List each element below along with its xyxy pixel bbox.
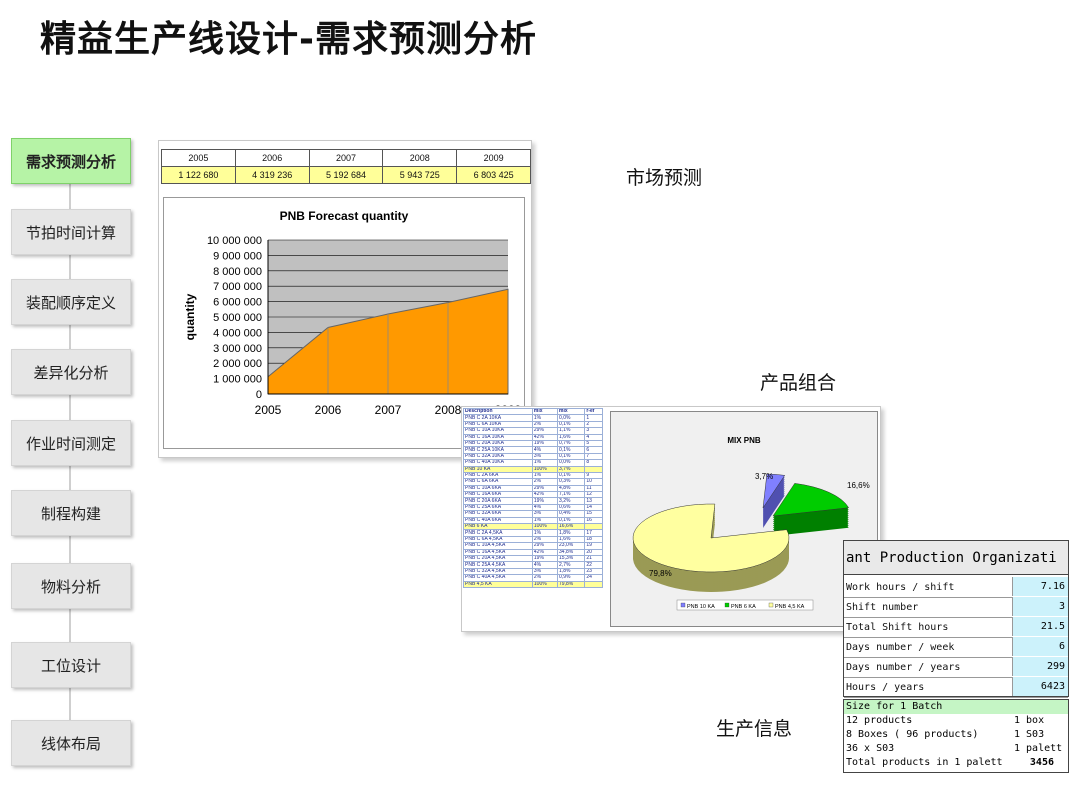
production-key: Total Shift hours xyxy=(846,622,949,633)
pie-data-label: 16,6% xyxy=(847,481,870,490)
production-value: 7.16 xyxy=(1012,577,1068,596)
batch-panel: Size for 1 Batch 12 products 1 box 8 Boxes … xyxy=(843,699,1069,773)
forecast-value: 5 192 684 xyxy=(308,166,384,184)
forecast-year: 2008 xyxy=(382,149,458,167)
production-value: 6423 xyxy=(1012,677,1068,696)
mix-panel: Description mix mix r-ef PNB C 2A 10KA 1% 0,0%… xyxy=(461,406,881,632)
forecast-value: 5 943 725 xyxy=(382,166,458,184)
batch-cell: 1 palett xyxy=(1014,743,1063,754)
forecast-value: 4 319 236 xyxy=(234,166,310,184)
y-tick-label: 7 000 000 xyxy=(213,281,262,293)
production-key: Days number / week xyxy=(846,642,955,653)
production-panel: ant Production Organizati Work hours / s… xyxy=(843,540,1069,698)
mix-table-cell: PNB 4,5 KA xyxy=(463,580,533,588)
mix-table-cell xyxy=(584,580,603,588)
production-value: 6 xyxy=(1012,637,1068,656)
mix-table-cell: 79,8% xyxy=(557,580,586,588)
legend-label: PNB 6 KA xyxy=(731,604,756,610)
batch-cell: 12 products xyxy=(846,715,913,726)
production-row: Total Shift hours 21.5 xyxy=(844,617,1068,638)
batch-row: 36 x S03 1 palett xyxy=(844,742,1068,756)
batch-cell: 1 box xyxy=(1014,715,1045,726)
nav-item-7[interactable]: 物料分析 xyxy=(11,563,131,609)
y-axis-label: quantity xyxy=(183,293,197,340)
batch-cell: 3456 xyxy=(1029,757,1054,768)
y-tick-label: 1 000 000 xyxy=(213,374,262,386)
mix-table-row: PNB 4,5 KA 100% 79,8% xyxy=(463,580,603,588)
forecast-value: 1 122 680 xyxy=(161,166,236,184)
y-tick-label: 8 000 000 xyxy=(213,266,262,278)
production-key: Work hours / shift xyxy=(846,582,955,593)
mix-table-cell: 100% xyxy=(531,580,559,588)
production-value: 21.5 xyxy=(1012,617,1068,636)
production-key: Hours / years xyxy=(846,682,925,693)
y-tick-label: 3 000 000 xyxy=(213,343,262,355)
batch-row: 8 Boxes ( 96 products) 1 S03 xyxy=(844,728,1068,742)
chart-title: PNB Forecast quantity xyxy=(280,209,409,223)
production-key: Shift number xyxy=(846,602,919,613)
x-tick-label: 2006 xyxy=(315,403,342,417)
pie-data-label: 3,7% xyxy=(755,472,773,481)
production-value: 3 xyxy=(1012,597,1068,616)
batch-row: Total products in 1 palett 3456 xyxy=(844,756,1068,770)
label-production-info: 生产信息 xyxy=(716,718,793,740)
legend-swatch xyxy=(724,602,730,608)
legend-label: PNB 4,5 KA xyxy=(775,604,805,610)
production-value: 299 xyxy=(1012,657,1068,676)
mix-pie-chart: MIX PNB 3,7% 16,6% 79,8% PNB 10 KA PNB 6 KA PN… xyxy=(610,411,878,627)
forecast-value: 6 803 425 xyxy=(456,166,531,184)
x-tick-label: 2008 xyxy=(435,403,462,417)
legend-swatch xyxy=(680,602,686,608)
nav-item-6[interactable]: 制程构建 xyxy=(11,490,131,536)
y-tick-label: 6 000 000 xyxy=(213,297,262,309)
nav-item-2[interactable]: 节拍时间计算 xyxy=(11,209,131,255)
batch-row: 12 products 1 box xyxy=(844,714,1068,728)
y-tick-label: 9 000 000 xyxy=(213,250,262,262)
forecast-year: 2007 xyxy=(308,149,384,167)
label-market-forecast: 市场预测 xyxy=(626,167,703,189)
y-tick-label: 5 000 000 xyxy=(213,312,262,324)
nav-item-3[interactable]: 装配顺序定义 xyxy=(11,279,131,325)
batch-cell: 36 x S03 xyxy=(846,743,895,754)
forecast-table: 2005 2006 2007 2008 2009 1 122 680 4 319 236 5… xyxy=(161,149,531,184)
nav-item-8[interactable]: 工位设计 xyxy=(11,642,131,688)
forecast-year: 2006 xyxy=(234,149,310,167)
y-tick-label: 10 000 000 xyxy=(207,235,262,247)
y-tick-label: 0 xyxy=(256,389,262,401)
legend-label: PNB 10 KA xyxy=(687,604,715,610)
production-row: Hours / years 6423 xyxy=(844,677,1068,698)
production-row: Work hours / shift 7.16 xyxy=(844,577,1068,598)
batch-row: Size for 1 Batch xyxy=(844,700,1068,714)
x-tick-label: 2005 xyxy=(255,403,282,417)
production-row: Days number / years 299 xyxy=(844,657,1068,678)
nav-item-1[interactable]: 需求预测分析 xyxy=(11,138,131,184)
mix-table: Description mix mix r-ef PNB C 2A 10KA 1% 0,0%… xyxy=(463,407,603,588)
pie-title: MIX PNB xyxy=(727,436,761,445)
batch-cell: 8 Boxes ( 96 products) xyxy=(846,729,979,740)
x-tick-label: 2007 xyxy=(375,403,402,417)
mix-pie-svg: MIX PNB 3,7% 16,6% 79,8% PNB 10 KA PNB 6 KA PN… xyxy=(632,436,870,611)
batch-cell: 1 S03 xyxy=(1014,729,1045,740)
batch-cell: Total products in 1 palett xyxy=(846,757,1003,768)
y-tick-label: 4 000 000 xyxy=(213,327,262,339)
y-tick-label: 2 000 000 xyxy=(213,358,262,370)
production-row: Shift number 3 xyxy=(844,597,1068,618)
nav-item-4[interactable]: 差异化分析 xyxy=(11,349,131,395)
page-title: 精益生产线设计-需求预测分析 xyxy=(40,19,537,60)
legend-swatch xyxy=(768,602,774,608)
nav-item-5[interactable]: 作业时间测定 xyxy=(11,420,131,466)
forecast-year: 2009 xyxy=(456,149,531,167)
production-header: ant Production Organizati xyxy=(844,541,1068,575)
production-key: Days number / years xyxy=(846,662,961,673)
forecast-year: 2005 xyxy=(161,149,236,167)
label-product-mix: 产品组合 xyxy=(760,372,837,394)
production-row: Days number / week 6 xyxy=(844,637,1068,658)
nav-item-9[interactable]: 线体布局 xyxy=(11,720,131,766)
batch-cell: Size for 1 Batch xyxy=(846,701,943,712)
pie-data-label: 79,8% xyxy=(649,569,672,578)
